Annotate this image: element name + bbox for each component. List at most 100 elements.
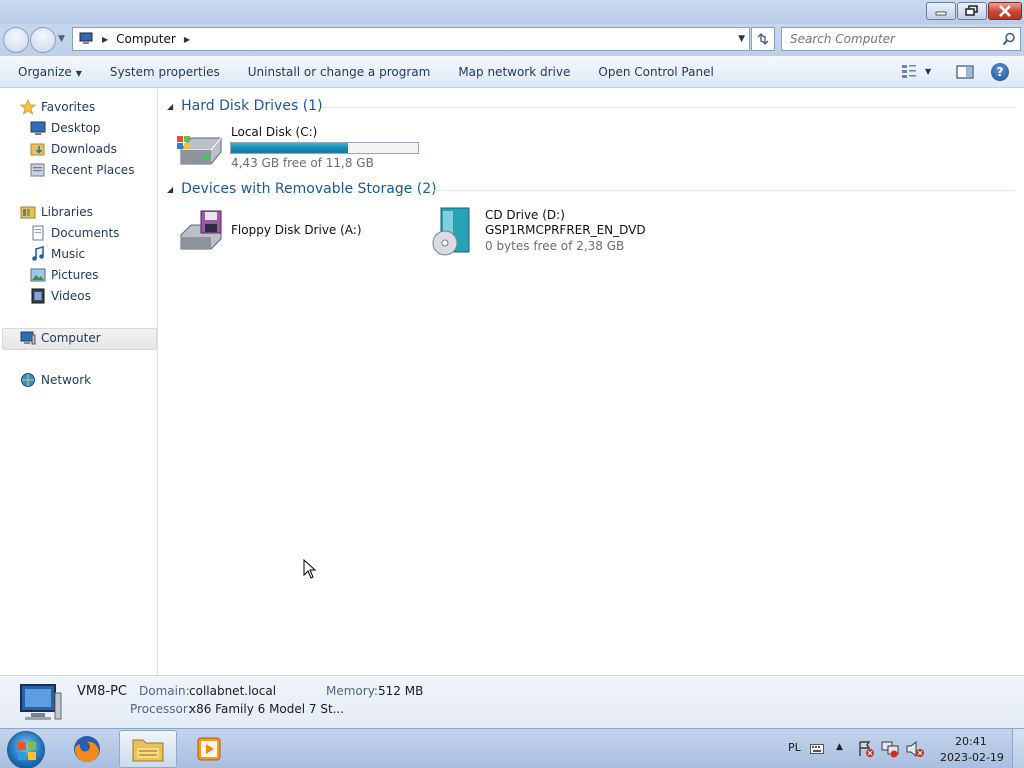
action-center-flag-icon[interactable] (856, 740, 876, 758)
forward-button[interactable] (30, 27, 56, 53)
clock-time[interactable]: 20:41 (955, 735, 987, 748)
taskbar-media-player[interactable] (180, 730, 238, 768)
disk-usage-bar (230, 142, 419, 154)
system-properties-button[interactable]: System properties (96, 65, 234, 79)
network-status-icon[interactable] (880, 740, 900, 758)
sidebar-item-label: Pictures (51, 268, 99, 282)
drive-local-disk-c[interactable]: Local Disk (C:) 4,43 GB free of 11,8 GB (177, 125, 442, 171)
sidebar-item-label: Computer (41, 331, 101, 345)
sidebar-item-label: Videos (51, 289, 91, 303)
sidebar-item-label: Documents (51, 226, 120, 240)
close-button[interactable] (988, 2, 1022, 20)
sidebar-item-recent-places[interactable]: Recent Places (30, 160, 134, 180)
drive-free-space: 4,43 GB free of 11,8 GB (231, 156, 374, 170)
organize-label: Organize (18, 64, 72, 79)
drive-name: Floppy Disk Drive (A:) (231, 223, 362, 237)
sidebar-item-label: Network (41, 373, 92, 387)
recent-places-icon (30, 163, 45, 177)
drive-cd-d[interactable]: CD Drive (D:) GSP1RMCPRFRER_EN_DVD 0 byt… (431, 207, 691, 257)
downloads-folder-icon (30, 143, 45, 156)
pictures-icon (30, 268, 46, 282)
group-divider (321, 107, 1016, 108)
hard-drive-icon (177, 136, 222, 165)
drive-free-space: 0 bytes free of 2,38 GB (485, 239, 625, 253)
floppy-drive-icon (180, 210, 222, 250)
breadcrumb-chevron-icon[interactable]: ▶ (184, 35, 190, 44)
chevron-down-icon: ▼ (75, 68, 82, 78)
minimize-icon (935, 11, 947, 16)
drive-name: CD Drive (D:) (485, 208, 565, 222)
restore-button[interactable] (957, 2, 987, 20)
sidebar-item-label: Favorites (41, 100, 96, 114)
drive-floppy-a[interactable]: Floppy Disk Drive (A:) (177, 209, 407, 253)
clock-date[interactable]: 2023-02-19 (940, 751, 1004, 764)
processor-value: x86 Family 6 Model 7 St... (189, 702, 345, 716)
documents-icon (32, 225, 44, 241)
sidebar-item-label: Recent Places (51, 163, 135, 177)
sidebar-item-label: Music (51, 247, 86, 261)
windows-logo-icon (18, 742, 36, 760)
volume-muted-icon[interactable] (905, 740, 925, 758)
navigation-bar: ▼ ▶ Computer ▶ ▼ (0, 24, 1024, 56)
memory-value: 512 MB (378, 684, 424, 698)
minimize-button[interactable] (926, 2, 956, 20)
command-bar: Organize ▼ System properties Uninstall or… (0, 56, 1024, 88)
group-header-hard-disk-drives[interactable]: ◢ Hard Disk Drives (1) (167, 96, 323, 116)
libraries-icon (20, 206, 36, 219)
sidebar-item-desktop[interactable]: Desktop (30, 118, 101, 138)
sidebar-item-computer[interactable]: Computer (20, 328, 101, 348)
restore-icon (965, 5, 978, 16)
sidebar-item-favorites[interactable]: Favorites (20, 97, 95, 117)
videos-icon (31, 288, 45, 304)
start-button[interactable] (7, 731, 45, 768)
search-box[interactable] (781, 27, 1021, 51)
refresh-button[interactable] (751, 27, 775, 51)
input-language-indicator[interactable]: PL (788, 741, 801, 754)
show-desktop-button[interactable] (1012, 729, 1024, 768)
details-pane: VM8-PC Domain: collabnet.local Memory: 5… (0, 675, 1024, 728)
breadcrumb-computer[interactable]: Computer (116, 32, 176, 46)
domain-label: Domain: (139, 684, 190, 698)
sidebar-item-label: Downloads (51, 142, 117, 156)
collapse-triangle-icon[interactable]: ◢ (167, 185, 173, 194)
keyboard-icon[interactable] (810, 744, 824, 754)
search-input[interactable] (790, 28, 1000, 50)
computer-icon (20, 331, 36, 345)
address-bar[interactable]: ▶ Computer ▶ ▼ (72, 27, 750, 51)
taskbar-firefox[interactable] (58, 730, 116, 768)
title-bar[interactable] (0, 0, 1024, 24)
sidebar-item-pictures[interactable]: Pictures (30, 265, 99, 285)
preview-pane-icon[interactable] (956, 65, 974, 79)
collapse-triangle-icon[interactable]: ◢ (167, 102, 173, 111)
group-title: Hard Disk Drives (1) (181, 98, 323, 114)
sidebar-item-videos[interactable]: Videos (30, 286, 91, 306)
sidebar-item-libraries[interactable]: Libraries (20, 202, 93, 222)
desktop-icon (30, 121, 46, 135)
taskbar-windows-explorer[interactable] (119, 730, 177, 768)
change-view-button[interactable]: ▼ (901, 64, 931, 78)
disk-usage-fill (231, 143, 348, 153)
group-header-removable-storage[interactable]: ◢ Devices with Removable Storage (2) (167, 179, 437, 199)
mouse-cursor-icon (303, 559, 317, 579)
close-icon (999, 5, 1011, 17)
folder-icon (132, 739, 164, 762)
organize-button[interactable]: Organize ▼ (0, 65, 96, 79)
recent-pages-dropdown-icon[interactable]: ▼ (58, 34, 65, 44)
help-icon[interactable]: ? (991, 63, 1009, 81)
breadcrumb-separator-icon[interactable]: ▶ (102, 35, 108, 44)
show-hidden-icons-chevron-icon[interactable]: ▲ (836, 742, 843, 752)
address-dropdown-icon[interactable]: ▼ (738, 34, 745, 44)
media-player-icon (197, 737, 221, 761)
view-options-icon (902, 65, 916, 78)
map-network-drive-button[interactable]: Map network drive (444, 65, 584, 79)
search-icon[interactable] (1002, 32, 1016, 46)
sidebar-item-documents[interactable]: Documents (30, 223, 119, 243)
chevron-down-icon[interactable]: ▼ (925, 67, 931, 76)
sidebar-item-network[interactable]: Network (20, 370, 91, 390)
uninstall-program-button[interactable]: Uninstall or change a program (234, 65, 445, 79)
back-button[interactable] (3, 27, 29, 53)
sidebar-item-music[interactable]: Music (30, 244, 85, 264)
group-title: Devices with Removable Storage (2) (181, 181, 437, 197)
sidebar-item-downloads[interactable]: Downloads (30, 139, 117, 159)
open-control-panel-button[interactable]: Open Control Panel (584, 65, 727, 79)
